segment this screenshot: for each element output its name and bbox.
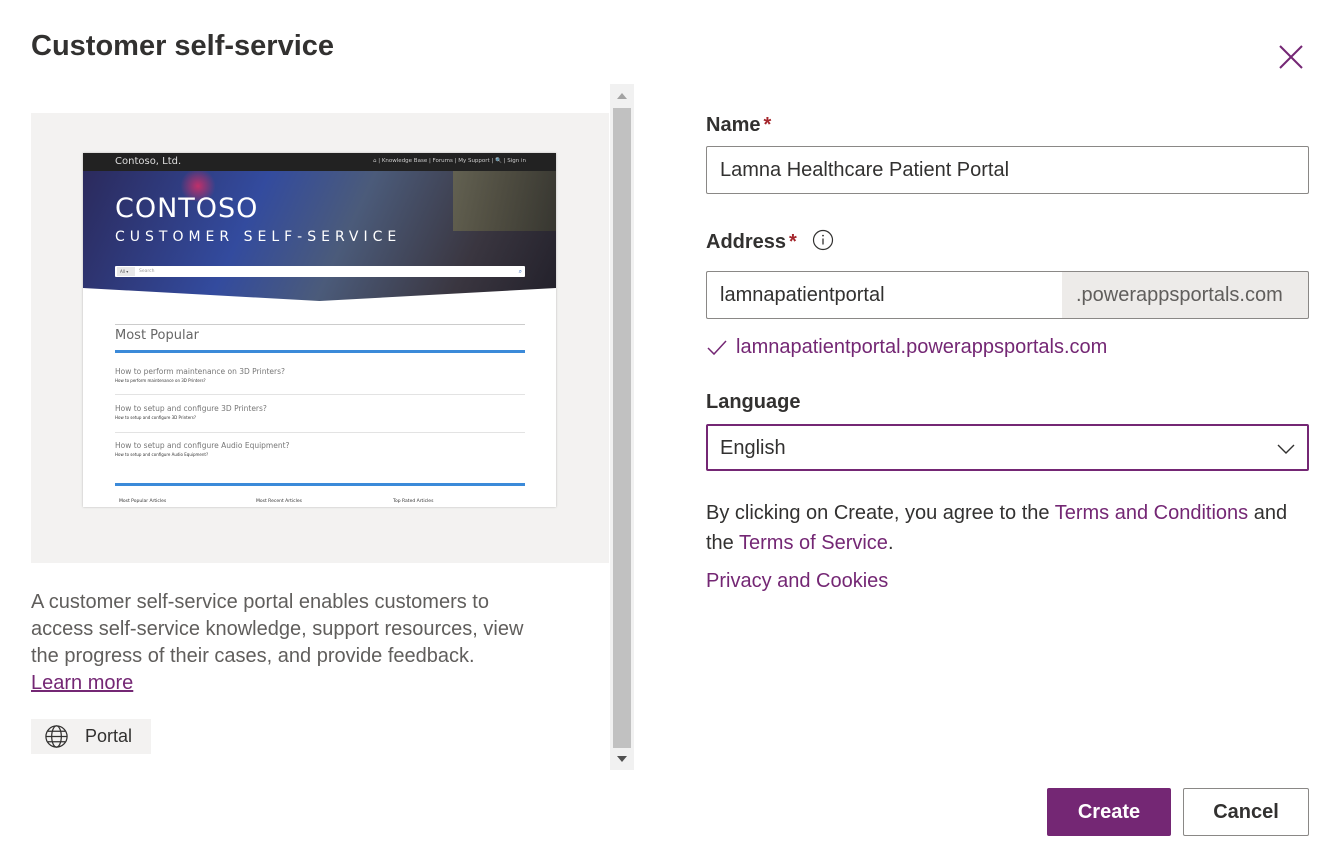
create-button[interactable]: Create: [1047, 788, 1171, 836]
chevron-down-icon: [1277, 444, 1295, 454]
template-preview: Contoso, Ltd. ⌂ | Knowledge Base | Forum…: [31, 113, 609, 563]
terms-and-conditions-link[interactable]: Terms and Conditions: [1055, 502, 1248, 524]
name-input[interactable]: [706, 146, 1309, 194]
legal-agreement: By clicking on Create, you agree to the …: [706, 502, 1288, 554]
required-marker: *: [789, 231, 797, 253]
scroll-up-arrow-icon[interactable]: [610, 84, 634, 106]
template-description: A customer self-service portal enables c…: [31, 591, 524, 694]
language-label: Language: [706, 391, 801, 413]
preview-search-icon: ⌕: [518, 268, 522, 275]
required-marker: *: [763, 114, 772, 136]
address-validation-text: lamnapatientportal.powerappsportals.com: [736, 336, 1108, 358]
preview-search-placeholder: Search: [139, 269, 155, 274]
scroll-down-arrow-icon[interactable]: [610, 748, 634, 770]
portal-tag: Portal: [31, 719, 151, 754]
address-validation: lamnapatientportal.powerappsportals.com: [706, 336, 1107, 359]
language-dropdown[interactable]: English: [706, 424, 1309, 471]
preview-hero-subtitle: CUSTOMER SELF-SERVICE: [115, 229, 402, 245]
preview-nav-links: ⌂ | Knowledge Base | Forums | My Support…: [372, 158, 526, 164]
preview-navbar: Contoso, Ltd. ⌂ | Knowledge Base | Forum…: [83, 153, 556, 171]
preview-thumbnail: Contoso, Ltd. ⌂ | Knowledge Base | Forum…: [83, 153, 556, 507]
preview-brand: Contoso, Ltd.: [115, 156, 182, 167]
address-input[interactable]: [706, 271, 1062, 319]
info-icon[interactable]: [812, 229, 834, 251]
preview-item: How to setup and configure Audio Equipme…: [115, 441, 290, 457]
preview-hero-title: CONTOSO: [115, 193, 259, 224]
address-label: Address *: [706, 231, 797, 253]
preview-search-scope: All ▾: [117, 267, 135, 276]
scroll-thumb[interactable]: [613, 108, 631, 748]
preview-item: How to setup and configure 3D Printers? …: [115, 404, 267, 420]
left-pane-scrollbar[interactable]: [610, 84, 634, 770]
preview-item: How to perform maintenance on 3D Printer…: [115, 367, 286, 383]
cancel-button[interactable]: Cancel: [1183, 788, 1309, 836]
learn-more-link[interactable]: Learn more: [31, 672, 133, 694]
address-suffix: .powerappsportals.com: [1062, 271, 1309, 319]
checkmark-icon: [707, 339, 727, 355]
dialog-title: Customer self-service: [31, 30, 335, 62]
close-icon: [1279, 45, 1303, 69]
preview-hero: CONTOSO CUSTOMER SELF-SERVICE All ▾ Sear…: [83, 171, 556, 301]
privacy-and-cookies-link[interactable]: Privacy and Cookies: [706, 570, 888, 593]
preview-section-title: Most Popular: [115, 328, 199, 343]
name-label: Name *: [706, 114, 772, 136]
portal-tag-label: Portal: [85, 726, 133, 746]
terms-of-service-link[interactable]: Terms of Service: [739, 532, 888, 554]
language-selected-value: English: [720, 437, 786, 459]
preview-search: All ▾ Search ⌕: [115, 266, 525, 277]
globe-icon: [45, 725, 68, 748]
close-button[interactable]: [1274, 40, 1308, 74]
